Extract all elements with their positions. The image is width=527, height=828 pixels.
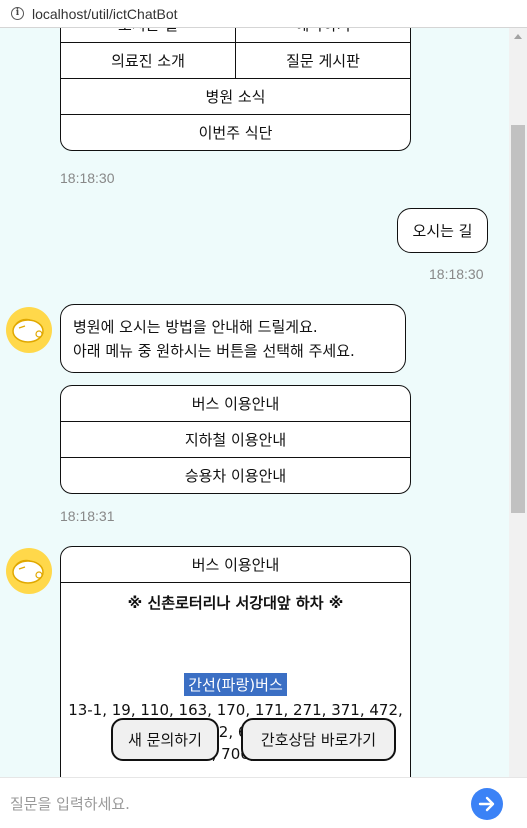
- menu-weekly-meal-button[interactable]: 이번주 식단: [61, 115, 410, 150]
- bus-info-subtitle: ※ 신촌로터리나 서강대앞 하차 ※: [127, 594, 344, 612]
- menu-qna-board-button[interactable]: 질문 게시판: [235, 43, 410, 78]
- new-query-button[interactable]: 새 문의하기: [111, 718, 219, 761]
- scrollbar[interactable]: [509, 28, 527, 777]
- send-button[interactable]: [471, 788, 503, 820]
- chat-area: 오시는 길 예약하기 의료진 소개 질문 게시판 병원 소식 이번주 식단 18…: [0, 28, 509, 777]
- bus-info-card-title: 버스 이용안내: [61, 547, 410, 583]
- scroll-up-arrow-icon[interactable]: [509, 28, 527, 45]
- timestamp: 18:18:30: [60, 170, 115, 186]
- bot-avatar-icon: [12, 559, 44, 584]
- address-bar[interactable]: i localhost/util/ictChatBot: [0, 0, 527, 28]
- bus-type-label: 간선(파랑)버스: [184, 673, 287, 696]
- bot-avatar: [6, 307, 52, 353]
- menu-directions-button[interactable]: 오시는 길: [61, 28, 235, 42]
- info-icon[interactable]: i: [11, 7, 24, 20]
- input-bar: 질문을 입력하세요.: [0, 777, 527, 828]
- user-message-text: 오시는 길: [412, 222, 473, 240]
- bot-message-line: 아래 메뉴 중 원하시는 버튼을 선택해 주세요.: [73, 342, 355, 360]
- timestamp: 18:18:31: [60, 508, 115, 524]
- message-input[interactable]: 질문을 입력하세요.: [10, 793, 130, 814]
- timestamp: 18:18:30: [429, 266, 484, 282]
- car-info-button[interactable]: 승용차 이용안내: [61, 458, 410, 493]
- menu-hospital-news-button[interactable]: 병원 소식: [61, 79, 410, 114]
- bot-avatar-icon: [12, 318, 44, 343]
- bot-avatar: [6, 548, 52, 594]
- menu-doctors-button[interactable]: 의료진 소개: [61, 43, 235, 78]
- url-text[interactable]: localhost/util/ictChatBot: [32, 6, 178, 22]
- directions-menu: 버스 이용안내 지하철 이용안내 승용차 이용안내: [60, 385, 411, 494]
- arrow-right-icon: [478, 796, 495, 812]
- scroll-thumb[interactable]: [511, 125, 525, 513]
- subway-info-button[interactable]: 지하철 이용안내: [61, 422, 410, 457]
- bot-message-line: 병원에 오시는 방법을 안내해 드릴게요.: [73, 318, 318, 336]
- bus-info-button[interactable]: 버스 이용안내: [61, 386, 410, 421]
- bot-message: 병원에 오시는 방법을 안내해 드릴게요. 아래 메뉴 중 원하시는 버튼을 선…: [60, 304, 406, 373]
- menu-reservation-button[interactable]: 예약하기: [235, 28, 410, 42]
- main-menu: 오시는 길 예약하기 의료진 소개 질문 게시판 병원 소식 이번주 식단: [60, 28, 411, 151]
- nurse-consult-button[interactable]: 간호상담 바로가기: [241, 718, 396, 761]
- user-message: 오시는 길: [397, 208, 488, 253]
